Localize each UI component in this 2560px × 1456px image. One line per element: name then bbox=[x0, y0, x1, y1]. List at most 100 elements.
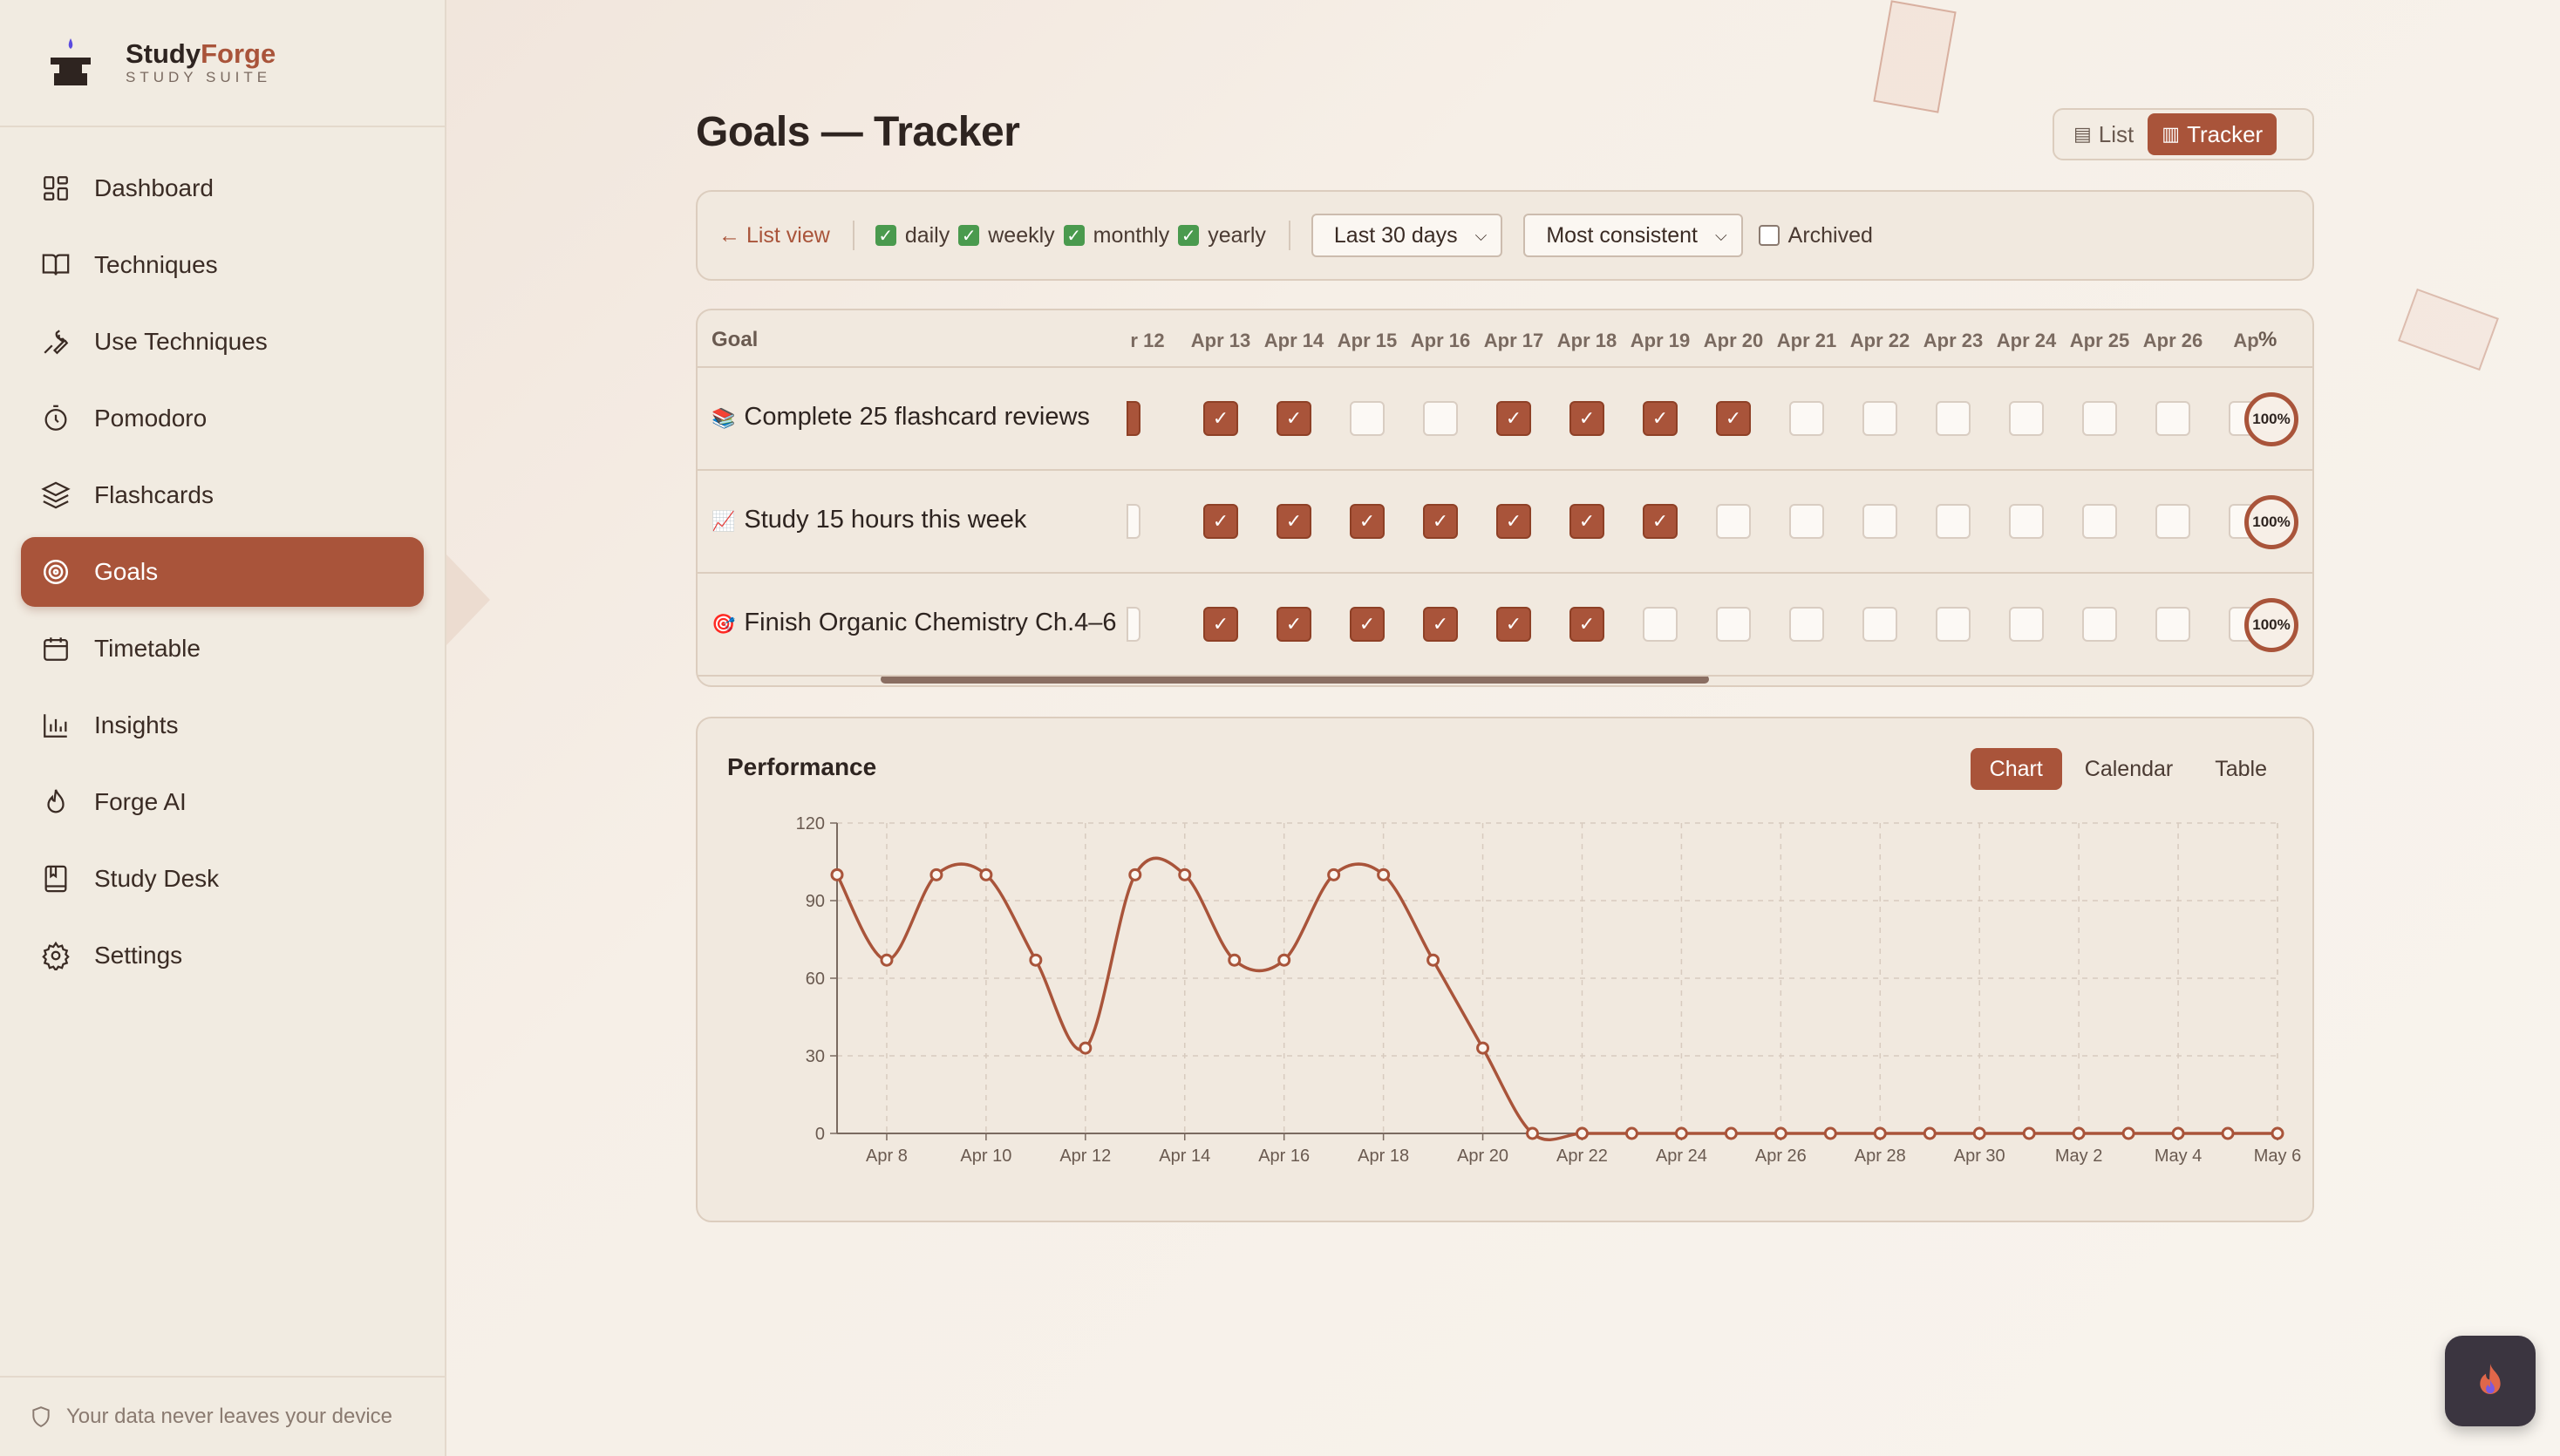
day-checkbox[interactable]: ✓ bbox=[1716, 401, 1751, 436]
sidebar-item-use-techniques[interactable]: Use Techniques bbox=[21, 307, 424, 377]
sidebar-item-timetable[interactable]: Timetable bbox=[21, 614, 424, 684]
goal-name[interactable]: 📚 Complete 25 flashcard reviews bbox=[711, 403, 1090, 432]
data-point bbox=[1526, 1126, 1540, 1140]
day-checkbox[interactable] bbox=[1127, 607, 1140, 642]
data-point bbox=[880, 953, 894, 967]
goal-name[interactable]: 🎯 Finish Organic Chemistry Ch.4–6 bbox=[711, 609, 1117, 637]
sidebar-item-label: Timetable bbox=[94, 635, 201, 662]
sidebar-item-forge-ai[interactable]: Forge AI bbox=[21, 767, 424, 837]
day-checkbox[interactable] bbox=[2082, 401, 2117, 436]
day-checkbox[interactable] bbox=[1350, 401, 1385, 436]
data-point bbox=[1674, 1126, 1688, 1140]
day-checkbox[interactable]: ✓ bbox=[1203, 504, 1238, 539]
day-checkbox[interactable] bbox=[2082, 607, 2117, 642]
day-checkbox[interactable] bbox=[2082, 504, 2117, 539]
filter-monthly[interactable]: ✓ monthly bbox=[1063, 223, 1169, 248]
goal-label: Complete 25 flashcard reviews bbox=[744, 403, 1090, 431]
day-checkbox[interactable] bbox=[1127, 504, 1140, 539]
sort-select[interactable]: Most consistent ⌵ bbox=[1523, 214, 1743, 257]
filter-weekly[interactable]: ✓ weekly bbox=[958, 223, 1055, 248]
page-title: Goals — Tracker bbox=[696, 109, 1020, 155]
book-icon bbox=[40, 249, 71, 281]
range-select[interactable]: Last 30 days ⌵ bbox=[1311, 214, 1503, 257]
sidebar-item-study-desk[interactable]: Study Desk bbox=[21, 844, 424, 914]
data-point bbox=[830, 867, 844, 881]
day-checkbox[interactable] bbox=[1127, 401, 1140, 436]
sidebar-item-insights[interactable]: Insights bbox=[21, 691, 424, 760]
sidebar-item-settings[interactable]: Settings bbox=[21, 921, 424, 990]
goal-name[interactable]: 📈 Study 15 hours this week bbox=[711, 506, 1026, 534]
day-checkbox[interactable] bbox=[1936, 401, 1971, 436]
data-point bbox=[1624, 1126, 1638, 1140]
x-tick-label: Apr 8 bbox=[866, 1146, 908, 1166]
day-checkbox[interactable] bbox=[1862, 607, 1897, 642]
sidebar-item-dashboard[interactable]: Dashboard bbox=[21, 153, 424, 223]
day-checkbox[interactable] bbox=[1643, 607, 1678, 642]
day-checkbox[interactable] bbox=[1789, 504, 1824, 539]
privacy-note: Your data never leaves your device bbox=[0, 1376, 445, 1456]
day-checkbox[interactable] bbox=[1862, 401, 1897, 436]
filter-yearly[interactable]: ✓ yearly bbox=[1178, 223, 1266, 248]
day-checkbox[interactable]: ✓ bbox=[1277, 607, 1311, 642]
day-checkbox[interactable] bbox=[1716, 504, 1751, 539]
sidebar-item-techniques[interactable]: Techniques bbox=[21, 230, 424, 300]
day-checkbox[interactable]: ✓ bbox=[1496, 607, 1531, 642]
list-view-link[interactable]: ← List view bbox=[718, 223, 830, 248]
day-checkbox[interactable] bbox=[2155, 504, 2190, 539]
sidebar-item-pomodoro[interactable]: Pomodoro bbox=[21, 384, 424, 453]
day-checkbox[interactable] bbox=[1716, 607, 1751, 642]
day-checkbox[interactable] bbox=[1862, 504, 1897, 539]
day-checkbox[interactable] bbox=[1936, 504, 1971, 539]
day-checkbox[interactable] bbox=[2009, 401, 2044, 436]
date-column-header: Ap bbox=[2233, 330, 2259, 351]
day-checkbox[interactable]: ✓ bbox=[1277, 504, 1311, 539]
day-checkbox[interactable] bbox=[2155, 607, 2190, 642]
list-view-button[interactable]: ▤ List bbox=[2060, 113, 2148, 155]
day-checkbox[interactable]: ✓ bbox=[1423, 504, 1458, 539]
sidebar: StudyForge STUDY SUITE Dashboard Techniq… bbox=[0, 0, 446, 1456]
tracker-view-button[interactable]: ▥ Tracker bbox=[2148, 113, 2277, 155]
tracker-header: Goal % r 12 Apr 13 Apr 14 Apr 15 Apr 16 Apr 1… bbox=[698, 310, 2312, 368]
target-icon bbox=[40, 556, 71, 588]
brand[interactable]: StudyForge STUDY SUITE bbox=[0, 0, 445, 127]
goal-icon: 📚 bbox=[711, 407, 736, 429]
day-checkbox[interactable] bbox=[2009, 607, 2044, 642]
day-checkbox[interactable]: ✓ bbox=[1277, 401, 1311, 436]
goal-label: Finish Organic Chemistry Ch.4–6 bbox=[744, 609, 1117, 636]
timer-icon bbox=[40, 403, 71, 434]
data-point bbox=[2022, 1126, 2036, 1140]
day-checkbox[interactable]: ✓ bbox=[1203, 401, 1238, 436]
day-checkbox[interactable]: ✓ bbox=[1350, 607, 1385, 642]
day-checkbox[interactable]: ✓ bbox=[1643, 401, 1678, 436]
sidebar-item-flashcards[interactable]: Flashcards bbox=[21, 460, 424, 530]
x-tick-label: Apr 12 bbox=[1059, 1146, 1111, 1166]
filter-bar: ← List view ✓ daily ✓ weekly ✓ monthly ✓ yea… bbox=[696, 190, 2314, 281]
day-checkbox[interactable] bbox=[1789, 401, 1824, 436]
filter-daily[interactable]: ✓ daily bbox=[875, 223, 950, 248]
sidebar-item-label: Flashcards bbox=[94, 481, 214, 508]
data-point bbox=[979, 867, 993, 881]
filter-archived[interactable]: Archived bbox=[1758, 223, 1873, 248]
date-column-header: Apr 17 bbox=[1483, 330, 1544, 351]
sidebar-item-goals[interactable]: Goals bbox=[21, 537, 424, 607]
y-tick-label: 0 bbox=[815, 1125, 825, 1144]
day-checkbox[interactable]: ✓ bbox=[1423, 607, 1458, 642]
day-checkbox[interactable]: ✓ bbox=[1569, 401, 1604, 436]
data-point bbox=[2171, 1126, 2185, 1140]
forge-ai-fab[interactable] bbox=[2445, 1336, 2536, 1426]
day-checkbox[interactable]: ✓ bbox=[1643, 504, 1678, 539]
brand-name: StudyForge bbox=[126, 38, 276, 69]
day-checkbox[interactable]: ✓ bbox=[1203, 607, 1238, 642]
day-checkbox[interactable]: ✓ bbox=[1569, 504, 1604, 539]
day-checkbox[interactable] bbox=[1789, 607, 1824, 642]
day-checkbox[interactable] bbox=[2009, 504, 2044, 539]
data-point bbox=[2121, 1126, 2135, 1140]
day-checkbox[interactable] bbox=[2155, 401, 2190, 436]
table-row: 🎯 Finish Organic Chemistry Ch.4–6 ✓ ✓ ✓ ✓ ✓ ✓ 10… bbox=[698, 574, 2312, 677]
day-checkbox[interactable]: ✓ bbox=[1569, 607, 1604, 642]
day-checkbox[interactable]: ✓ bbox=[1496, 504, 1531, 539]
day-checkbox[interactable] bbox=[1936, 607, 1971, 642]
day-checkbox[interactable]: ✓ bbox=[1496, 401, 1531, 436]
day-checkbox[interactable] bbox=[1423, 401, 1458, 436]
day-checkbox[interactable]: ✓ bbox=[1350, 504, 1385, 539]
